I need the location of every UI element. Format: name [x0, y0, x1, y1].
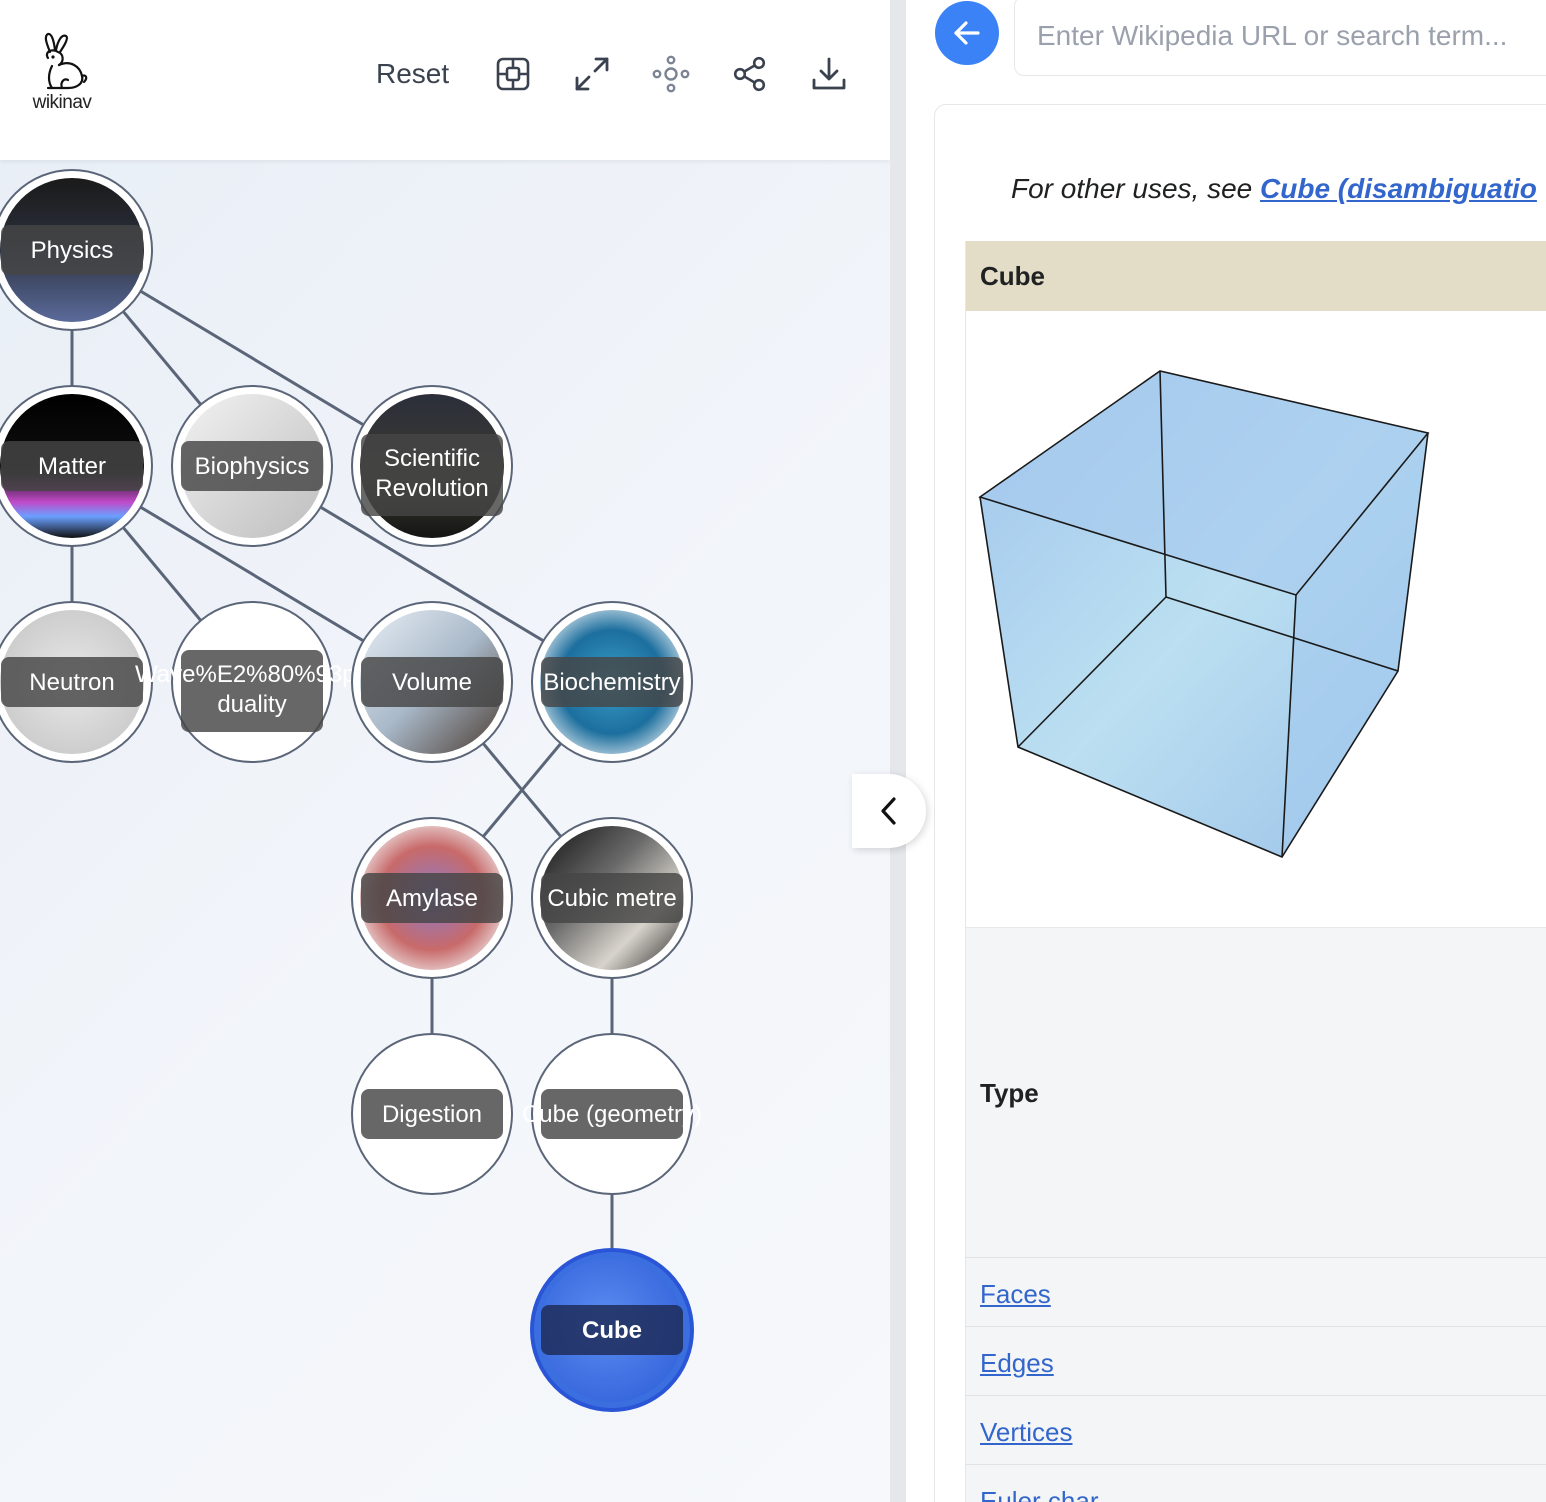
top-toolbar: wikinav Reset: [0, 0, 890, 160]
cube-illustration: [978, 370, 1430, 858]
node-label: Scientific: [384, 445, 480, 472]
fit-view-icon: [496, 57, 530, 91]
node-label: Amylase: [386, 885, 478, 912]
article-panel: For other uses, see Cube (disambiguatio …: [906, 0, 1546, 1502]
node-label-line2: duality: [217, 691, 286, 718]
graph-node-neutron[interactable]: Neutron: [0, 601, 153, 763]
panel-splitter[interactable]: [890, 0, 906, 1502]
node-label: Volume: [392, 669, 472, 696]
node-label: Physics: [31, 237, 114, 264]
vertices-link[interactable]: Vertices: [980, 1417, 1073, 1447]
graph-node-cubicmetre[interactable]: Cubic metre: [531, 817, 693, 979]
edges-link[interactable]: Edges: [980, 1348, 1054, 1378]
reset-button[interactable]: Reset: [360, 50, 465, 98]
graph-node-matter[interactable]: Matter: [0, 385, 153, 547]
infobox-row-edges: Edges: [966, 1326, 1546, 1395]
graph-node-cube[interactable]: Cube: [530, 1248, 694, 1412]
infobox-title: Cube: [966, 241, 1546, 311]
infobox-row-type: Type: [966, 927, 1546, 1257]
node-label: Cube: [582, 1317, 642, 1344]
node-label-line2: Revolution: [375, 475, 488, 502]
node-label: Digestion: [382, 1101, 482, 1128]
graph-node-biophysics[interactable]: Biophysics: [171, 385, 333, 547]
download-button[interactable]: [807, 52, 851, 96]
node-label: Biophysics: [195, 453, 310, 480]
article-content: For other uses, see Cube (disambiguatio …: [934, 104, 1546, 1502]
node-label: Neutron: [29, 669, 114, 696]
cube-image[interactable]: [966, 311, 1546, 927]
graph-node-physics[interactable]: Physics: [0, 169, 153, 331]
graph-node-biochem[interactable]: Biochemistry: [531, 601, 693, 763]
logo-text: wikinav: [32, 92, 92, 113]
hatnote-text: For other uses, see: [1011, 173, 1261, 204]
share-button[interactable]: [728, 52, 772, 96]
graph-node-amylase[interactable]: Amylase: [351, 817, 513, 979]
infobox: Cube Type Faces Edges Vertices Euler cha…: [965, 241, 1546, 1502]
layout-button[interactable]: [649, 52, 693, 96]
graph-panel: Physics Matter Biophysics Scientific Revolut…: [0, 0, 890, 1502]
search-input[interactable]: [1014, 0, 1546, 76]
expand-icon: [575, 57, 609, 91]
node-label: Matter: [38, 453, 106, 480]
chevron-left-icon: [881, 797, 896, 825]
graph-canvas[interactable]: Physics Matter Biophysics Scientific Revolut…: [0, 0, 890, 1502]
rabbit-icon: [44, 32, 88, 90]
graph-node-waveparticle[interactable]: Wave%E2%80%93pa duality: [135, 601, 370, 763]
node-label: Wave%E2%80%93pa: [135, 661, 370, 688]
infobox-row-euler: Euler char.: [966, 1464, 1546, 1502]
hatnote: For other uses, see Cube (disambiguatio: [1011, 173, 1537, 205]
expand-button[interactable]: [570, 52, 614, 96]
layout-icon: [652, 55, 690, 93]
fit-view-button[interactable]: [491, 52, 535, 96]
faces-link[interactable]: Faces: [980, 1279, 1051, 1309]
graph-node-digestion[interactable]: Digestion: [351, 1033, 513, 1195]
disambiguation-link[interactable]: Cube (disambiguatio: [1260, 173, 1537, 204]
infobox-row-vertices: Vertices: [966, 1395, 1546, 1464]
graph-node-scirev[interactable]: Scientific Revolution: [351, 385, 513, 547]
arrow-left-icon: [954, 21, 980, 45]
graph-node-volume[interactable]: Volume: [351, 601, 513, 763]
collapse-panel-button[interactable]: [852, 774, 926, 848]
node-label: Biochemistry: [543, 669, 680, 696]
node-label: Cube (geometry): [522, 1101, 702, 1128]
infobox-row-faces: Faces: [966, 1257, 1546, 1326]
node-label: Cubic metre: [547, 885, 676, 912]
share-icon: [733, 56, 766, 92]
graph-node-cubegeom[interactable]: Cube (geometry): [522, 1033, 702, 1195]
download-icon: [812, 57, 846, 90]
type-label: Type: [980, 1078, 1039, 1108]
back-button[interactable]: [935, 1, 999, 65]
euler-characteristic-link[interactable]: Euler char.: [980, 1486, 1104, 1502]
app-logo[interactable]: wikinav: [26, 30, 98, 120]
